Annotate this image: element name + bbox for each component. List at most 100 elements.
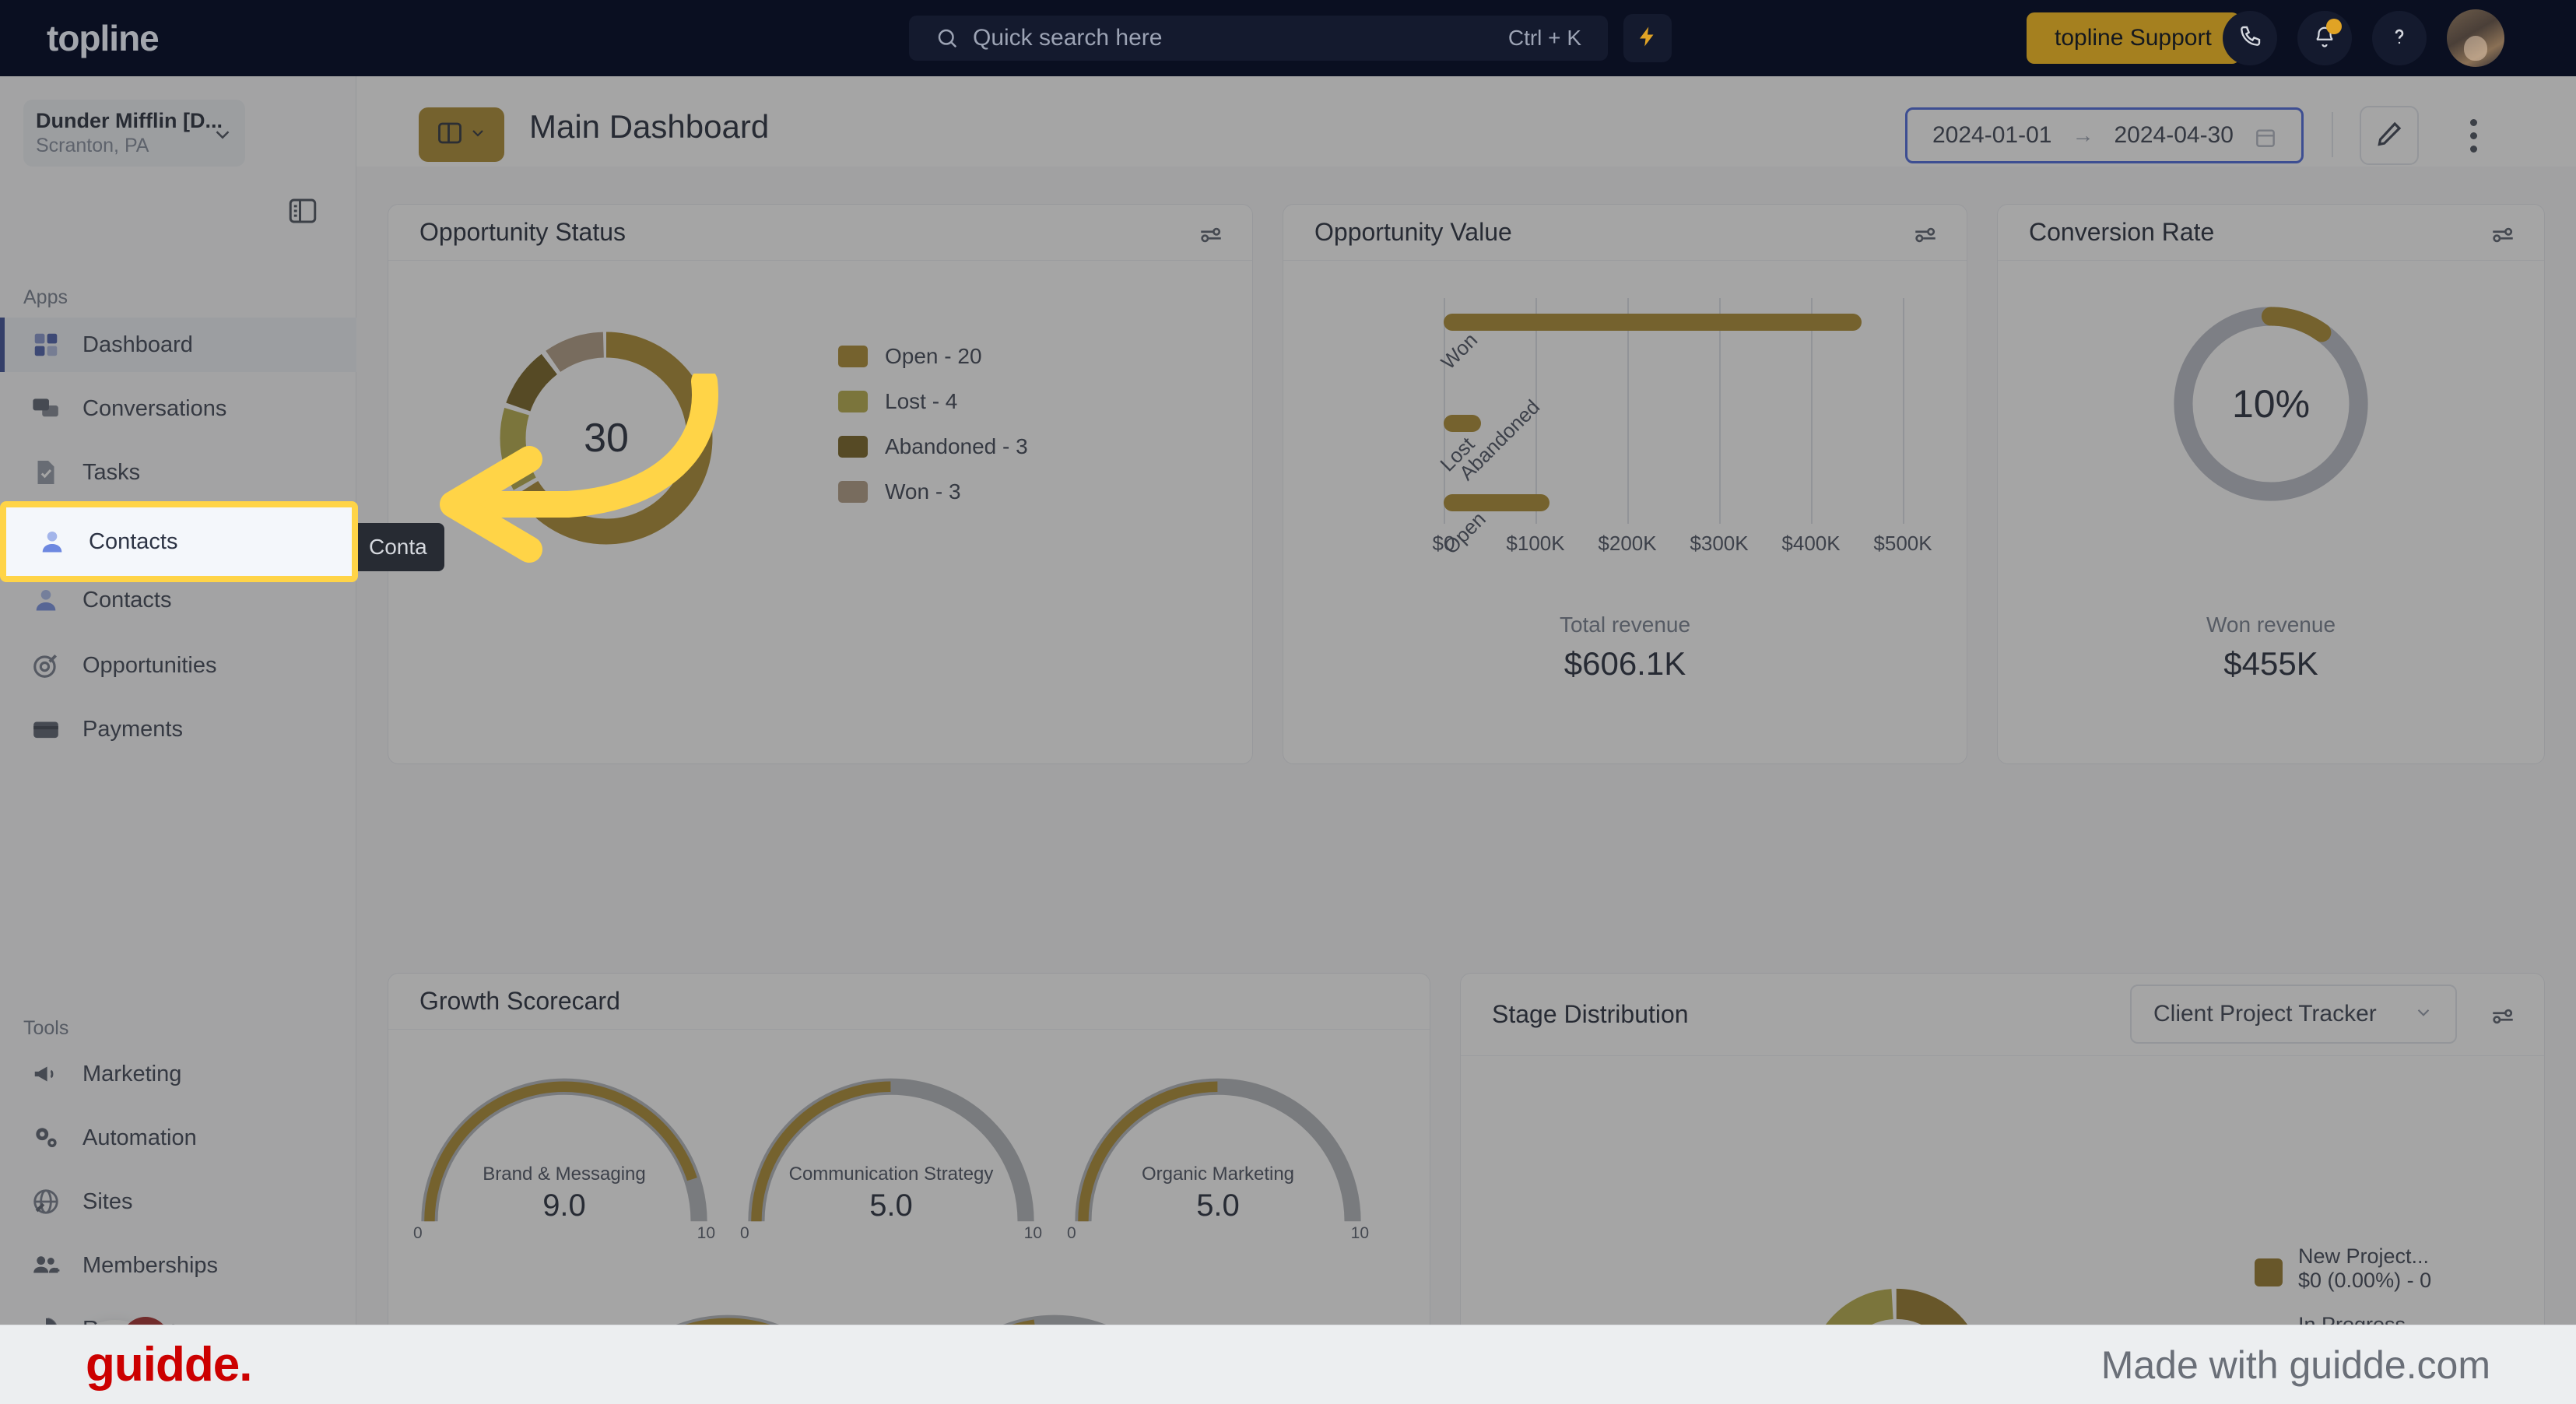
stage-distribution-legend: New Project... $0 (0.00%) - 0 In Progres… — [2255, 1244, 2511, 1325]
legend-label: Abandoned - 3 — [885, 434, 1028, 458]
sliders-icon[interactable] — [2490, 1003, 2516, 1034]
phone-button[interactable] — [2223, 11, 2277, 65]
main-content-area: Main Dashboard 2024-01-01 → 2024-04-30 O… — [356, 76, 2576, 1325]
legend-item[interactable]: Abandoned - 3 — [838, 424, 1028, 469]
sliders-icon[interactable] — [1912, 222, 1939, 252]
globe-arrow-icon — [30, 1185, 62, 1218]
question-mark-icon — [2387, 24, 2412, 53]
card-header: Opportunity Status — [388, 205, 1252, 261]
sidebar-item-memberships[interactable]: Memberships — [0, 1238, 356, 1293]
topline-support-button[interactable]: topline Support — [2027, 12, 2240, 64]
bar-open[interactable] — [1444, 494, 1549, 511]
chat-bubbles-icon — [30, 392, 62, 425]
stage-distribution-donut — [1795, 1276, 1998, 1325]
quick-actions-button[interactable] — [1623, 14, 1672, 62]
calendar-icon[interactable] — [2253, 125, 2278, 154]
sidebar-panel-icon[interactable] — [286, 195, 319, 231]
conversion-rate-ring: 10% — [2167, 300, 2375, 508]
sidebar-item-opportunities[interactable]: Opportunities — [0, 638, 356, 693]
sliders-icon[interactable] — [2490, 222, 2516, 252]
dashboard-selector-button[interactable] — [419, 107, 504, 162]
card-title: Conversion Rate — [2029, 218, 2215, 246]
organization-name: Dunder Mifflin [D... — [36, 109, 223, 132]
edit-dashboard-button[interactable] — [2360, 106, 2419, 165]
gauge-brand-messaging: Brand & Messaging 9.0 0 10 — [412, 1072, 717, 1243]
gauge-label: Communication Strategy — [788, 1164, 994, 1185]
sidebar-item-dashboard[interactable]: Dashboard — [0, 318, 356, 372]
gauge-value: 5.0 — [1196, 1188, 1240, 1223]
card-title: Opportunity Value — [1314, 218, 1512, 246]
section-label-tools: Tools — [23, 1017, 69, 1039]
card-conversion-rate: Conversion Rate 10% Won revenue $455K — [1997, 204, 2545, 764]
date-range-end[interactable]: 2024-04-30 — [2114, 122, 2233, 149]
sidebar-item-label: Opportunities — [82, 652, 217, 678]
card-header: Stage Distribution Client Project Tracke… — [1461, 974, 2544, 1056]
sliders-icon[interactable] — [1198, 222, 1224, 252]
target-icon — [30, 649, 62, 682]
legend-swatch — [838, 391, 868, 412]
pipeline-select[interactable]: Client Project Tracker — [2130, 985, 2457, 1044]
sidebar-item-sites[interactable]: Sites — [0, 1174, 356, 1229]
bar-lost[interactable] — [1444, 415, 1481, 432]
card-opportunity-status: Opportunity Status 30 Open - 20 Lost - 4… — [388, 204, 1253, 764]
gauge-row2-left — [575, 1308, 880, 1325]
legend-item[interactable]: Won - 3 — [838, 469, 1028, 514]
gears-icon — [30, 1121, 62, 1154]
sidebar-item-automation[interactable]: Automation — [0, 1111, 356, 1165]
vertical-dots-icon — [2469, 116, 2477, 156]
legend-item[interactable]: Open - 20 — [838, 334, 1028, 379]
sidebar-item-payments[interactable]: Payments — [0, 702, 356, 756]
guidde-banner: guidde. Made with guidde.com — [0, 1325, 2576, 1404]
total-revenue-value: $606.1K — [1563, 645, 1686, 682]
sidebar-item-contacts[interactable]: Contacts — [0, 501, 358, 582]
card-title: Stage Distribution — [1492, 1000, 1689, 1028]
sidebar-item-label: Tasks — [82, 459, 141, 485]
card-growth-scorecard: Growth Scorecard Brand & Messaging 9.0 0… — [388, 973, 1430, 1325]
gauge-label: Brand & Messaging — [483, 1164, 646, 1185]
people-plus-icon — [30, 1249, 62, 1282]
page-title: Main Dashboard — [529, 108, 770, 145]
global-search-bar[interactable]: Quick search here Ctrl + K — [909, 16, 1608, 61]
won-revenue-label: Won revenue — [2206, 612, 2336, 637]
pipeline-select-value: Client Project Tracker — [2153, 1001, 2377, 1027]
chevron-down-icon — [469, 124, 487, 146]
arrow-right-icon: → — [2072, 123, 2094, 147]
avatar[interactable] — [2447, 9, 2504, 67]
donut-total-value: 30 — [584, 416, 629, 461]
search-shortcut: Ctrl + K — [1507, 26, 1581, 50]
legend-label: Open - 20 — [885, 344, 982, 368]
gauge-value: 5.0 — [869, 1188, 913, 1223]
section-label-apps: Apps — [23, 286, 68, 308]
sidebar-item-conversations[interactable]: Conversations — [0, 381, 356, 436]
legend-item[interactable]: In Progress... — [2255, 1313, 2511, 1325]
organization-switcher[interactable]: Dunder Mifflin [D... Scranton, PA — [23, 100, 245, 167]
gauge-organic-marketing: Organic Marketing 5.0 0 10 — [1065, 1072, 1370, 1243]
notifications-button[interactable] — [2297, 11, 2352, 65]
card-opportunity-value: Opportunity Value Won Abandoned Lost Ope… — [1283, 204, 1967, 764]
help-button[interactable] — [2372, 11, 2427, 65]
wallet-icon — [30, 713, 62, 746]
x-tick-300: $300K — [1690, 532, 1749, 555]
chevron-down-icon — [2413, 1002, 2434, 1027]
topline-logo[interactable]: topline — [47, 17, 160, 59]
legend-item[interactable]: Lost - 4 — [838, 379, 1028, 424]
person-icon — [36, 525, 68, 558]
won-revenue-value: $455K — [2223, 645, 2318, 682]
bar-won[interactable] — [1444, 314, 1862, 331]
dashboard-more-options-button[interactable] — [2444, 106, 2503, 165]
sidebar-item-label: Marketing — [82, 1061, 182, 1086]
date-range-start[interactable]: 2024-01-01 — [1932, 122, 2051, 149]
legend-label: In Progress... — [2298, 1313, 2423, 1325]
sidebar-item-tasks[interactable]: Tasks — [0, 445, 356, 500]
gauge-communication-strategy: Communication Strategy 5.0 0 10 — [739, 1072, 1044, 1243]
guidde-banner-text: Made with guidde.com — [2100, 1343, 2490, 1387]
card-header: Conversion Rate — [1998, 205, 2544, 261]
lightning-bolt-icon — [1636, 25, 1659, 52]
sidebar-item-marketing[interactable]: Marketing — [0, 1047, 356, 1101]
legend-item[interactable]: New Project... $0 (0.00%) - 0 — [2255, 1244, 2511, 1293]
dashboard-puzzle-icon — [30, 328, 62, 361]
gauge-max: 10 — [697, 1224, 715, 1242]
date-range-picker[interactable]: 2024-01-01 → 2024-04-30 — [1905, 107, 2304, 163]
sidebar-item-label: Dashboard — [82, 332, 193, 357]
card-stage-distribution: Stage Distribution Client Project Tracke… — [1460, 973, 2545, 1325]
